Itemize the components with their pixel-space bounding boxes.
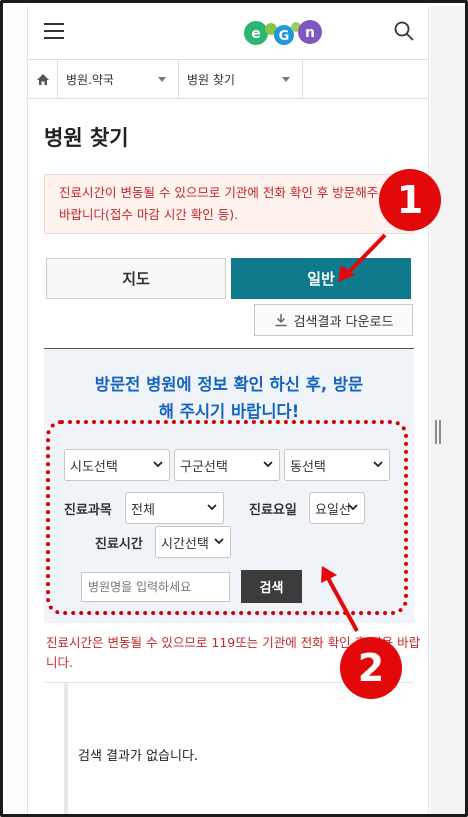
chevron-down-icon [263, 461, 273, 468]
download-icon [275, 314, 287, 327]
day-label: 진료요일 [249, 503, 297, 518]
svg-text:e: e [251, 26, 261, 42]
home-icon[interactable] [28, 60, 58, 98]
empty-result-message: 검색 결과가 없습니다. [78, 749, 199, 764]
tab-map[interactable]: 지도 [46, 258, 226, 299]
sido-select[interactable]: 시도선택 [64, 449, 170, 481]
search-panel: 방문전 병원에 정보 확인 하신 후, 방문 해 주시기 바랍니다! 시도선택 … [44, 348, 414, 623]
hospital-name-input[interactable] [81, 572, 230, 602]
top-notice: 진료시간이 변동될 수 있으므로 기관에 전화 확인 후 방문해주시기 바랍니다… [44, 174, 414, 234]
panel-headline: 방문전 병원에 정보 확인 하신 후, 방문 해 주시기 바랍니다! [44, 371, 414, 425]
breadcrumb-page-label: 병원 찾기 [187, 72, 235, 87]
top-bar: e G n [28, 6, 428, 56]
chevron-down-icon [282, 77, 290, 82]
download-results-button[interactable]: 검색결과 다운로드 [254, 304, 413, 336]
day-select[interactable]: 요일선 [309, 492, 365, 524]
dong-select[interactable]: 동선택 [284, 449, 390, 481]
breadcrumb: 병원.약국 병원 찾기 [28, 59, 428, 99]
chevron-down-icon [158, 77, 166, 82]
results-divider [64, 683, 68, 814]
tab-general[interactable]: 일반 [231, 258, 411, 299]
time-select[interactable]: 시간선택 [155, 526, 231, 558]
dept-label: 진료과목 [64, 503, 112, 518]
sido-select-value: 시도선택 [70, 459, 118, 475]
time-label: 진료시간 [95, 537, 143, 552]
screenshot-frame: e G n 병원.약국 병원 찾기 병원 찾기 진료시간이 변동될 수 있으므로… [0, 0, 468, 817]
chevron-down-icon [153, 461, 163, 468]
chevron-down-icon [348, 504, 358, 511]
resize-handle[interactable] [435, 420, 441, 444]
egen-logo[interactable]: e G n [238, 15, 338, 49]
chevron-down-icon [214, 538, 224, 545]
panel-headline-line1: 방문전 병원에 정보 확인 하신 후, 방문 [94, 375, 364, 394]
search-button[interactable]: 검색 [241, 570, 302, 603]
svg-text:G: G [279, 29, 290, 44]
download-label: 검색결과 다운로드 [293, 314, 394, 330]
sigungu-select-value: 구군선택 [180, 459, 228, 475]
chevron-down-icon [373, 461, 383, 468]
search-icon[interactable] [393, 20, 415, 42]
time-select-value: 시간선택 [161, 536, 209, 552]
breadcrumb-category-select[interactable]: 병원.약국 [58, 60, 179, 98]
annotation-badge-2: 2 [340, 637, 402, 699]
sigungu-select[interactable]: 구군선택 [174, 449, 280, 481]
chevron-down-icon [207, 504, 217, 511]
breadcrumb-category-label: 병원.약국 [66, 72, 114, 87]
dept-select[interactable]: 전체 [125, 492, 224, 524]
right-gutter [430, 6, 465, 814]
annotation-badge-1: 1 [379, 169, 441, 231]
breadcrumb-page-select[interactable]: 병원 찾기 [179, 60, 303, 98]
dept-select-value: 전체 [131, 502, 155, 518]
svg-text:n: n [305, 25, 315, 41]
panel-headline-line2: 해 주시기 바랍니다! [158, 402, 300, 421]
page-title: 병원 찾기 [44, 126, 129, 150]
hamburger-menu-icon[interactable] [44, 23, 64, 39]
left-gutter [6, 6, 27, 814]
dong-select-value: 동선택 [290, 459, 326, 475]
day-select-value: 요일선 [315, 502, 351, 518]
